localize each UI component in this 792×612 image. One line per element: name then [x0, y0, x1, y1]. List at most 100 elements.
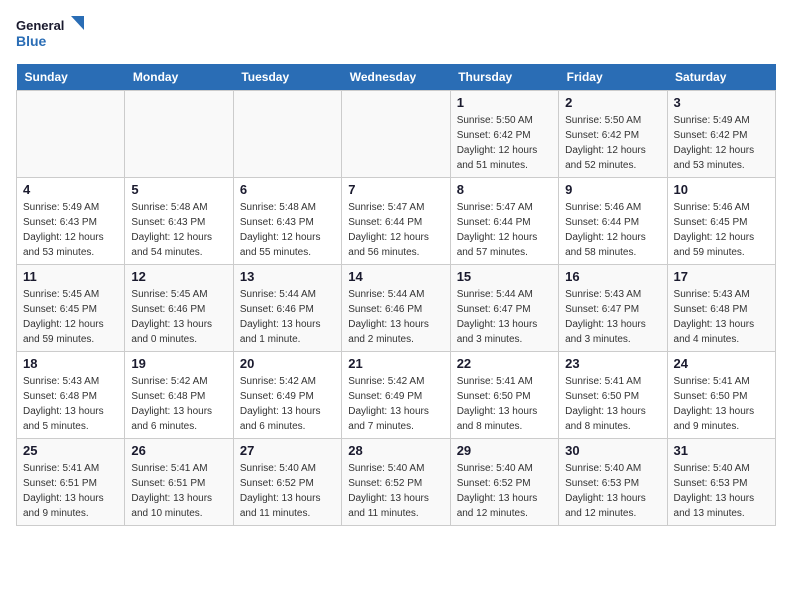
- day-cell: 9 Sunrise: 5:46 AM Sunset: 6:44 PM Daylig…: [559, 178, 667, 265]
- weekday-header-wednesday: Wednesday: [342, 64, 450, 91]
- day-cell: 25Sunrise: 5:41 AM Sunset: 6:51 PM Dayli…: [17, 439, 125, 526]
- day-info: Sunrise: 5:43 AM Sunset: 6:48 PM Dayligh…: [23, 374, 118, 434]
- day-number: 28: [348, 443, 443, 458]
- weekday-header-tuesday: Tuesday: [233, 64, 341, 91]
- day-info: Sunrise: 5:47 AM Sunset: 6:44 PM Dayligh…: [457, 200, 552, 260]
- day-cell: 31 Sunrise: 5:40 AM Sunset: 6:53 PM Dayli…: [667, 439, 775, 526]
- day-number: 23: [565, 356, 660, 371]
- day-cell: 14 Sunrise: 5:44 AM Sunset: 6:46 PM Dayli…: [342, 265, 450, 352]
- day-info: Sunrise: 5:49 AM Sunset: 6:43 PM Dayligh…: [23, 200, 118, 260]
- day-cell: 5 Sunrise: 5:48 AM Sunset: 6:43 PM Daylig…: [125, 178, 233, 265]
- day-number: 9: [565, 182, 660, 197]
- day-cell: 18 Sunrise: 5:43 AM Sunset: 6:48 PM Dayli…: [17, 352, 125, 439]
- day-cell: 7Sunrise: 5:47 AM Sunset: 6:44 PM Daylig…: [342, 178, 450, 265]
- week-row-1: 1 Sunrise: 5:50 AM Sunset: 6:42 PM Daylig…: [17, 91, 776, 178]
- day-number: 6: [240, 182, 335, 197]
- day-cell: [342, 91, 450, 178]
- day-number: 18: [23, 356, 118, 371]
- week-row-4: 18 Sunrise: 5:43 AM Sunset: 6:48 PM Dayli…: [17, 352, 776, 439]
- day-cell: 12 Sunrise: 5:45 AM Sunset: 6:46 PM Dayli…: [125, 265, 233, 352]
- day-info: Sunrise: 5:50 AM Sunset: 6:42 PM Dayligh…: [457, 113, 552, 173]
- day-info: Sunrise: 5:44 AM Sunset: 6:47 PM Dayligh…: [457, 287, 552, 347]
- day-info: Sunrise: 5:41 AM Sunset: 6:50 PM Dayligh…: [457, 374, 552, 434]
- week-row-5: 25Sunrise: 5:41 AM Sunset: 6:51 PM Dayli…: [17, 439, 776, 526]
- weekday-header-monday: Monday: [125, 64, 233, 91]
- day-info: Sunrise: 5:42 AM Sunset: 6:49 PM Dayligh…: [348, 374, 443, 434]
- day-info: Sunrise: 5:41 AM Sunset: 6:51 PM Dayligh…: [23, 461, 118, 521]
- day-info: Sunrise: 5:40 AM Sunset: 6:52 PM Dayligh…: [457, 461, 552, 521]
- calendar-table: SundayMondayTuesdayWednesdayThursdayFrid…: [16, 64, 776, 526]
- day-cell: 28Sunrise: 5:40 AM Sunset: 6:52 PM Dayli…: [342, 439, 450, 526]
- day-number: 22: [457, 356, 552, 371]
- day-number: 2: [565, 95, 660, 110]
- day-number: 11: [23, 269, 118, 284]
- week-row-2: 4 Sunrise: 5:49 AM Sunset: 6:43 PM Daylig…: [17, 178, 776, 265]
- day-info: Sunrise: 5:48 AM Sunset: 6:43 PM Dayligh…: [131, 200, 226, 260]
- day-number: 21: [348, 356, 443, 371]
- day-info: Sunrise: 5:40 AM Sunset: 6:53 PM Dayligh…: [565, 461, 660, 521]
- day-number: 20: [240, 356, 335, 371]
- day-number: 17: [674, 269, 769, 284]
- day-number: 4: [23, 182, 118, 197]
- day-cell: 1 Sunrise: 5:50 AM Sunset: 6:42 PM Daylig…: [450, 91, 558, 178]
- day-cell: 17 Sunrise: 5:43 AM Sunset: 6:48 PM Dayli…: [667, 265, 775, 352]
- day-cell: 15 Sunrise: 5:44 AM Sunset: 6:47 PM Dayli…: [450, 265, 558, 352]
- day-info: Sunrise: 5:43 AM Sunset: 6:47 PM Dayligh…: [565, 287, 660, 347]
- day-info: Sunrise: 5:40 AM Sunset: 6:53 PM Dayligh…: [674, 461, 769, 521]
- day-cell: 24 Sunrise: 5:41 AM Sunset: 6:50 PM Dayli…: [667, 352, 775, 439]
- day-cell: [233, 91, 341, 178]
- day-number: 8: [457, 182, 552, 197]
- day-info: Sunrise: 5:47 AM Sunset: 6:44 PM Dayligh…: [348, 200, 443, 260]
- day-info: Sunrise: 5:45 AM Sunset: 6:45 PM Dayligh…: [23, 287, 118, 347]
- day-info: Sunrise: 5:41 AM Sunset: 6:51 PM Dayligh…: [131, 461, 226, 521]
- day-number: 24: [674, 356, 769, 371]
- day-number: 26: [131, 443, 226, 458]
- day-cell: 11 Sunrise: 5:45 AM Sunset: 6:45 PM Dayli…: [17, 265, 125, 352]
- day-info: Sunrise: 5:48 AM Sunset: 6:43 PM Dayligh…: [240, 200, 335, 260]
- day-cell: [17, 91, 125, 178]
- day-number: 13: [240, 269, 335, 284]
- day-cell: 27Sunrise: 5:40 AM Sunset: 6:52 PM Dayli…: [233, 439, 341, 526]
- day-info: Sunrise: 5:45 AM Sunset: 6:46 PM Dayligh…: [131, 287, 226, 347]
- day-cell: 4 Sunrise: 5:49 AM Sunset: 6:43 PM Daylig…: [17, 178, 125, 265]
- weekday-header-sunday: Sunday: [17, 64, 125, 91]
- day-cell: 20 Sunrise: 5:42 AM Sunset: 6:49 PM Dayli…: [233, 352, 341, 439]
- day-number: 5: [131, 182, 226, 197]
- weekday-header-saturday: Saturday: [667, 64, 775, 91]
- svg-text:Blue: Blue: [16, 33, 47, 49]
- day-number: 15: [457, 269, 552, 284]
- day-info: Sunrise: 5:43 AM Sunset: 6:48 PM Dayligh…: [674, 287, 769, 347]
- logo: GeneralBlue: [16, 16, 86, 52]
- week-row-3: 11 Sunrise: 5:45 AM Sunset: 6:45 PM Dayli…: [17, 265, 776, 352]
- weekday-header-thursday: Thursday: [450, 64, 558, 91]
- day-cell: 19Sunrise: 5:42 AM Sunset: 6:48 PM Dayli…: [125, 352, 233, 439]
- day-number: 3: [674, 95, 769, 110]
- day-info: Sunrise: 5:41 AM Sunset: 6:50 PM Dayligh…: [565, 374, 660, 434]
- logo-svg: GeneralBlue: [16, 16, 86, 52]
- day-number: 19: [131, 356, 226, 371]
- day-number: 31: [674, 443, 769, 458]
- day-cell: 13 Sunrise: 5:44 AM Sunset: 6:46 PM Dayli…: [233, 265, 341, 352]
- day-cell: 8 Sunrise: 5:47 AM Sunset: 6:44 PM Daylig…: [450, 178, 558, 265]
- day-number: 14: [348, 269, 443, 284]
- day-info: Sunrise: 5:46 AM Sunset: 6:45 PM Dayligh…: [674, 200, 769, 260]
- day-info: Sunrise: 5:44 AM Sunset: 6:46 PM Dayligh…: [240, 287, 335, 347]
- day-cell: [125, 91, 233, 178]
- day-info: Sunrise: 5:46 AM Sunset: 6:44 PM Dayligh…: [565, 200, 660, 260]
- day-cell: 2 Sunrise: 5:50 AM Sunset: 6:42 PM Daylig…: [559, 91, 667, 178]
- weekday-header-friday: Friday: [559, 64, 667, 91]
- day-cell: 29Sunrise: 5:40 AM Sunset: 6:52 PM Dayli…: [450, 439, 558, 526]
- day-info: Sunrise: 5:44 AM Sunset: 6:46 PM Dayligh…: [348, 287, 443, 347]
- day-number: 10: [674, 182, 769, 197]
- day-number: 16: [565, 269, 660, 284]
- day-cell: 30Sunrise: 5:40 AM Sunset: 6:53 PM Dayli…: [559, 439, 667, 526]
- day-number: 1: [457, 95, 552, 110]
- day-info: Sunrise: 5:41 AM Sunset: 6:50 PM Dayligh…: [674, 374, 769, 434]
- day-info: Sunrise: 5:42 AM Sunset: 6:49 PM Dayligh…: [240, 374, 335, 434]
- day-number: 12: [131, 269, 226, 284]
- day-number: 27: [240, 443, 335, 458]
- day-cell: 10 Sunrise: 5:46 AM Sunset: 6:45 PM Dayli…: [667, 178, 775, 265]
- day-cell: 23 Sunrise: 5:41 AM Sunset: 6:50 PM Dayli…: [559, 352, 667, 439]
- day-info: Sunrise: 5:50 AM Sunset: 6:42 PM Dayligh…: [565, 113, 660, 173]
- day-cell: 6 Sunrise: 5:48 AM Sunset: 6:43 PM Daylig…: [233, 178, 341, 265]
